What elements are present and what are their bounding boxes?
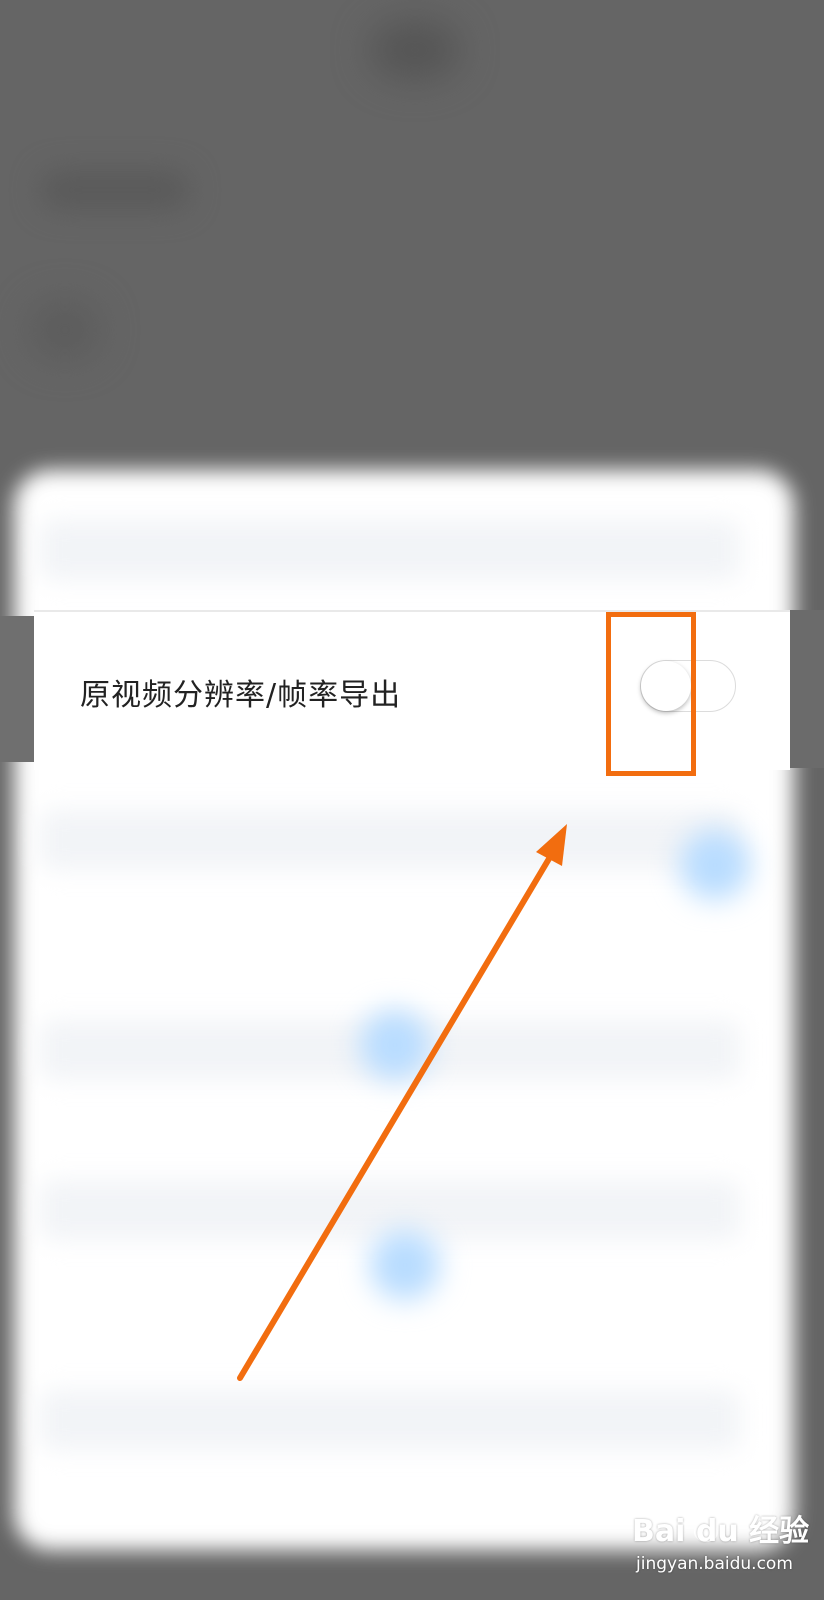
blurred-option-selected <box>370 1230 440 1300</box>
setting-label: 原视频分辨率/帧率导出 <box>80 678 402 713</box>
baidu-jingyan-watermark: Bai du 经验 jingyan.baidu.com <box>626 1506 810 1592</box>
row-edge-right <box>790 610 824 768</box>
export-setting-row: 原视频分辨率/帧率导出 <box>0 610 824 770</box>
blurred-option-selected <box>680 830 750 900</box>
watermark-url: jingyan.baidu.com <box>636 1554 793 1574</box>
blurred-text-1 <box>40 170 190 210</box>
watermark-logo-text: Bai du 经验 <box>632 1514 810 1549</box>
blurred-title <box>370 20 460 80</box>
annotation-highlight-box <box>606 612 696 776</box>
row-edge-left <box>0 616 34 762</box>
blurred-row <box>40 810 740 870</box>
blurred-avatar <box>30 300 100 360</box>
blurred-row <box>40 520 740 580</box>
blurred-option-selected <box>360 1010 430 1080</box>
blurred-row <box>40 1180 740 1240</box>
blurred-row <box>40 1390 740 1450</box>
